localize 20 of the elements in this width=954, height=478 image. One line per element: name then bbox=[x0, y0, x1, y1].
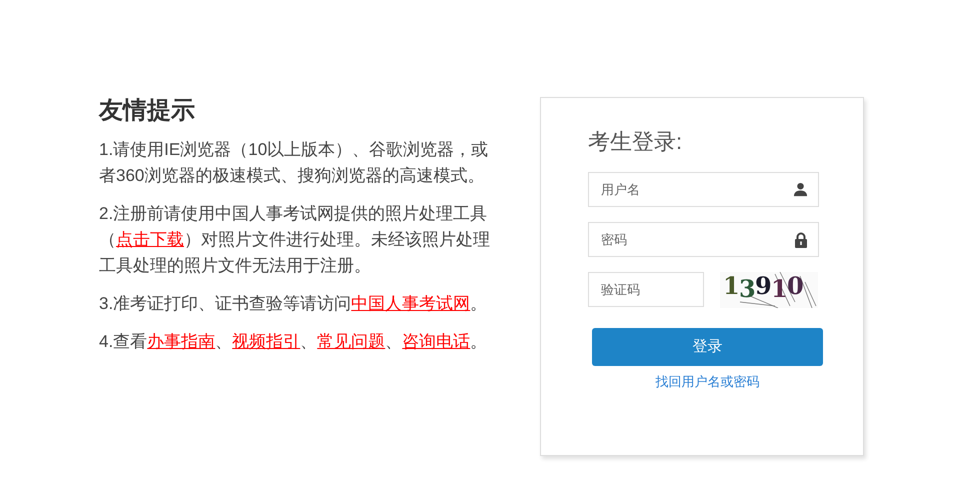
link[interactable]: 视频指引 bbox=[232, 332, 300, 351]
link[interactable]: 中国人事考试网 bbox=[351, 294, 470, 313]
captcha-field[interactable]: 验证码 bbox=[588, 272, 704, 307]
tip-paragraph: 2.注册前请使用中国人事考试网提供的照片处理工具（点击下载）对照片文件进行处理。未经该照片处理工具处理的照片文件无法用于注册。 bbox=[99, 203, 491, 277]
captcha-image[interactable]: 13910 bbox=[720, 272, 818, 308]
link[interactable]: 办事指南 bbox=[147, 332, 216, 351]
link[interactable]: 咨询电话 bbox=[402, 332, 470, 351]
tip-paragraph: 1.请使用IE浏览器（10以上版本）、谷歌浏览器，或者360浏览器的极速模式、搜狗浏览器的高速模式。 bbox=[99, 139, 490, 187]
user-icon bbox=[793, 182, 808, 197]
tip-paragraph: 3.准考证打印、证书查验等请访问中国人事考试网。 bbox=[99, 293, 488, 315]
link[interactable]: 点击下载 bbox=[116, 230, 184, 249]
login-title: 考生登录: bbox=[588, 128, 684, 156]
username-field[interactable]: 用户名 bbox=[588, 172, 819, 207]
password-field[interactable]: 密码 bbox=[588, 222, 819, 257]
login-button[interactable]: 登录 bbox=[592, 328, 823, 366]
tips-heading: 友情提示 bbox=[99, 97, 196, 125]
lock-icon bbox=[794, 232, 808, 248]
recover-link[interactable]: 找回用户名或密码 bbox=[656, 372, 760, 392]
tip-paragraph: 4.查看办事指南、视频指引、常见问题、咨询电话。 bbox=[99, 331, 488, 353]
link[interactable]: 常见问题 bbox=[317, 332, 386, 351]
